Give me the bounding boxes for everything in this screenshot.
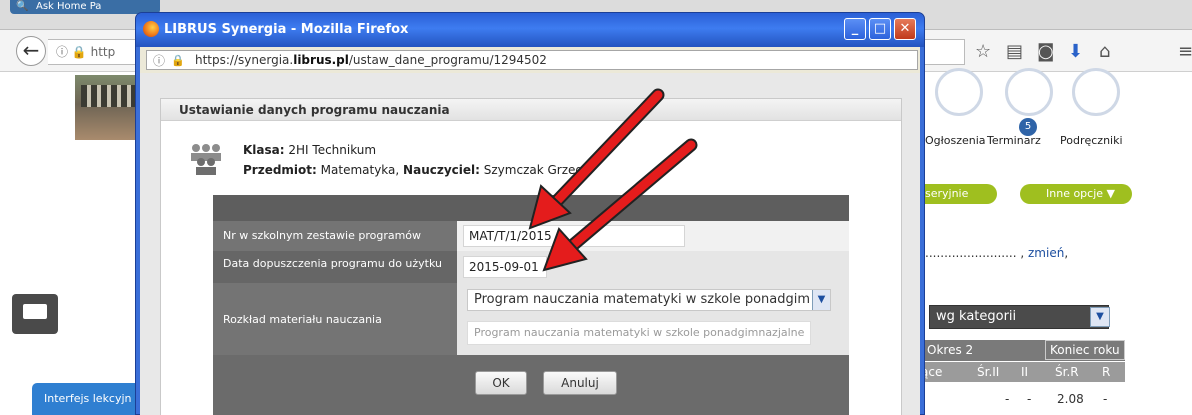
search-icon: 🔍	[16, 1, 29, 12]
form-top-bar	[213, 195, 849, 221]
people-icon	[191, 144, 221, 175]
popup-title: LIBRUS Synergia - Mozilla Firefox	[164, 22, 409, 37]
klasa-value: 2HI Technikum	[288, 143, 377, 157]
category-select[interactable]: wg kategorii ▼	[929, 305, 1110, 329]
chevron-down-icon[interactable]: ▼	[812, 290, 830, 310]
reader-icon[interactable]: ▤	[1006, 42, 1023, 62]
table-cell: -	[1005, 392, 1010, 406]
grades-table: Okres 2 Koniec roku ące Śr.II II Śr.R R …	[915, 340, 1125, 415]
program-dialog: Ustawianie danych programu nauczania Kla…	[160, 98, 902, 415]
rozklad-text-input[interactable]: Program nauczania matematyki w szkole po…	[467, 321, 811, 345]
header-col3: II	[1021, 365, 1029, 379]
bg-url-text: http	[90, 45, 116, 59]
rozklad-select-value: Program nauczania matematyki w szkole po…	[474, 292, 811, 307]
close-button[interactable]: ✕	[894, 18, 916, 40]
chat-icon[interactable]	[12, 294, 58, 334]
ok-button[interactable]: OK	[475, 371, 527, 395]
bg-url-field[interactable]: ⓘ 🔒 http	[48, 39, 143, 65]
grades-header-1: Okres 2 Koniec roku	[915, 340, 1125, 361]
data-row: Data dopuszczenia programu do użytku 201…	[213, 251, 849, 283]
form-footer: OK Anuluj	[213, 355, 849, 415]
home-icon[interactable]: ⌂	[1099, 42, 1110, 62]
interfejs-lekcyjny-tab[interactable]: Interfejs lekcyjn	[32, 383, 142, 415]
chevron-down-icon[interactable]: ▼	[1090, 307, 1110, 327]
pocket-icon[interactable]: ◙	[1037, 42, 1054, 62]
zmien-dots: ........................	[925, 246, 1017, 260]
lock-icon: 🔒	[171, 54, 185, 67]
header-koniec-roku: Koniec roku	[1045, 340, 1125, 360]
book-icon[interactable]	[1072, 68, 1120, 116]
url-path: /ustaw_dane_programu/1294502	[348, 53, 547, 67]
nav-podreczniki[interactable]: Podręczniki	[1060, 134, 1123, 147]
data-input[interactable]: 2015-09-01	[463, 256, 547, 278]
seryjnie-button[interactable]: seryjnie	[925, 184, 997, 204]
zmien-link[interactable]: zmień	[1028, 246, 1064, 260]
przedmiot-line: Przedmiot: Matematyka, Nauczyciel: Szymc…	[243, 163, 583, 177]
nr-cell: MAT/T/1/2015	[457, 221, 849, 251]
header-okres2: Okres 2	[927, 343, 974, 357]
nr-input[interactable]: MAT/T/1/2015	[463, 225, 685, 247]
lock-icon: 🔒	[71, 45, 87, 59]
back-button[interactable]: ←	[16, 36, 46, 66]
header-col4: Śr.R	[1055, 365, 1079, 379]
minimize-button[interactable]: _	[844, 18, 866, 40]
nav-terminarz[interactable]: Terminarz	[987, 134, 1041, 147]
screen: 🔍 Ask Home Pa ← ⓘ 🔒 http ☆ ▤ ◙ ⬇ ⌂ ≡ 5 O…	[0, 0, 1192, 415]
rozklad-row: Rozkład materiału nauczania Program nauc…	[213, 283, 849, 355]
zmien-line: ........................ , zmień,	[925, 246, 1069, 260]
cancel-button[interactable]: Anuluj	[543, 371, 617, 395]
przedmiot-value: Matematyka,	[320, 163, 400, 177]
header-col2: Śr.II	[977, 365, 1000, 379]
table-cell: 2.08	[1057, 392, 1084, 406]
table-cell: -	[1103, 392, 1108, 406]
info-icon[interactable]: ⓘ	[153, 52, 165, 70]
star-icon[interactable]: ☆	[975, 42, 991, 62]
data-cell: 2015-09-01	[457, 251, 849, 283]
nauczyciel-value: Szymczak Grzeg	[483, 163, 584, 177]
rozklad-cell: Program nauczania matematyki w szkole po…	[457, 283, 849, 355]
category-select-value: wg kategorii	[936, 309, 1017, 324]
menu-icon[interactable]: ≡	[1178, 42, 1192, 62]
inne-opcje-button[interactable]: Inne opcje ▼	[1020, 184, 1132, 204]
rozklad-select[interactable]: Program nauczania matematyki w szkole po…	[467, 289, 831, 311]
rozklad-label: Rozkład materiału nauczania	[223, 313, 382, 326]
przedmiot-label: Przedmiot:	[243, 163, 317, 177]
url-domain: librus.pl	[293, 53, 349, 67]
bg-tab-label: Ask Home Pa	[36, 1, 102, 12]
url-prefix: https://synergia.	[195, 53, 294, 67]
info-icon: ⓘ	[56, 45, 69, 59]
popup-window: LIBRUS Synergia - Mozilla Firefox _ □ ✕ …	[135, 12, 925, 415]
dialog-title: Ustawianie danych programu nauczania	[161, 99, 901, 121]
header-col5: R	[1102, 365, 1111, 379]
bg-url-field-end[interactable]	[925, 39, 965, 65]
announcements-icon[interactable]	[935, 68, 983, 116]
seryjnie-label: seryjnie	[925, 187, 969, 200]
program-form: Nr w szkolnym zestawie programów MAT/T/1…	[213, 195, 849, 415]
nav-ogloszenia[interactable]: Ogłoszenia	[925, 134, 986, 147]
maximize-button[interactable]: □	[869, 18, 891, 40]
nauczyciel-label: Nauczyciel:	[403, 163, 480, 177]
klasa-line: Klasa: 2HI Technikum	[243, 143, 376, 157]
popup-titlebar[interactable]: LIBRUS Synergia - Mozilla Firefox _ □ ✕	[136, 13, 924, 47]
popup-body: Ustawianie danych programu nauczania Kla…	[140, 73, 920, 415]
firefox-icon	[143, 21, 159, 37]
bg-tab[interactable]: 🔍 Ask Home Pa	[10, 0, 160, 14]
grades-header-2: ące Śr.II II Śr.R R	[915, 362, 1125, 382]
download-icon[interactable]: ⬇	[1068, 42, 1083, 62]
table-cell: -	[1027, 392, 1032, 406]
popup-urlbar: ⓘ 🔒 https://synergia.librus.pl/ustaw_dan…	[140, 47, 920, 73]
klasa-label: Klasa:	[243, 143, 285, 157]
data-label: Data dopuszczenia programu do użytku	[223, 257, 442, 270]
nr-row: Nr w szkolnym zestawie programów MAT/T/1…	[213, 221, 849, 251]
popup-url-field[interactable]: ⓘ 🔒 https://synergia.librus.pl/ustaw_dan…	[146, 50, 918, 70]
inne-opcje-label: Inne opcje ▼	[1046, 187, 1115, 200]
calendar-icon[interactable]	[1005, 68, 1053, 116]
nr-label: Nr w szkolnym zestawie programów	[223, 229, 422, 242]
